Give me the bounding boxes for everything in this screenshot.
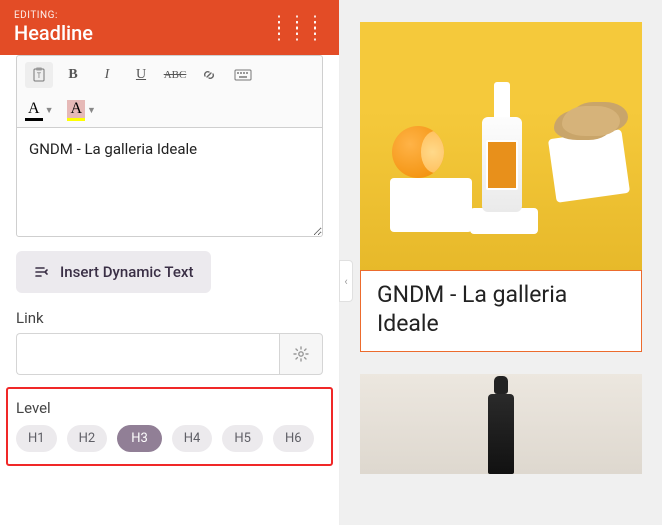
chevron-down-icon: ▼ xyxy=(45,105,54,116)
level-h1-button[interactable]: H1 xyxy=(16,425,57,452)
italic-button[interactable]: I xyxy=(93,62,121,88)
strikethrough-button[interactable]: ABC xyxy=(161,62,189,88)
level-h6-button[interactable]: H6 xyxy=(273,425,314,452)
preview-headline-selected[interactable]: GNDM - La galleria Ideale xyxy=(360,270,642,352)
text-color-button[interactable]: A ▼ xyxy=(25,100,53,121)
level-h5-button[interactable]: H5 xyxy=(222,425,263,452)
link-icon[interactable] xyxy=(195,62,223,88)
preview-panel: ‹ GNDM - La galleria Ideale xyxy=(340,0,662,525)
insert-dynamic-text-label: Insert Dynamic Text xyxy=(60,263,193,281)
preview-headline-text: GNDM - La galleria Ideale xyxy=(361,271,641,351)
svg-text:T: T xyxy=(37,72,42,80)
collapse-panel-button[interactable]: ‹ xyxy=(339,260,353,302)
panel-title: Headline xyxy=(14,21,93,45)
preview-image xyxy=(360,22,642,270)
bold-button[interactable]: B xyxy=(59,62,87,88)
rich-text-toolbar: T B I U ABC A ▼ A ▼ xyxy=(16,55,323,127)
keyboard-icon[interactable] xyxy=(229,62,257,88)
drag-handle-icon[interactable]: ⋮⋮⋮⋮⋮⋮⋮⋮⋮ xyxy=(271,19,325,37)
chevron-left-icon: ‹ xyxy=(344,275,347,288)
level-h2-button[interactable]: H2 xyxy=(67,425,108,452)
insert-dynamic-text-button[interactable]: Insert Dynamic Text xyxy=(16,251,211,293)
chevron-down-icon: ▼ xyxy=(87,105,96,116)
preview-card[interactable]: GNDM - La galleria Ideale xyxy=(360,22,642,352)
link-label: Link xyxy=(16,309,323,327)
editing-label: EDITING: xyxy=(14,10,93,21)
underline-button[interactable]: U xyxy=(127,62,155,88)
link-input[interactable] xyxy=(16,333,279,375)
paste-from-word-icon[interactable]: T xyxy=(25,62,53,88)
level-label: Level xyxy=(16,399,323,417)
headline-editor[interactable]: GNDM - La galleria Ideale xyxy=(16,127,323,237)
level-h3-button[interactable]: H3 xyxy=(117,425,162,452)
link-settings-button[interactable] xyxy=(279,333,323,375)
editor-panel: EDITING: Headline ⋮⋮⋮⋮⋮⋮⋮⋮⋮ T B I U ABC … xyxy=(0,0,340,525)
level-section: Level H1 H2 H3 H4 H5 H6 xyxy=(6,387,333,466)
level-buttons: H1 H2 H3 H4 H5 H6 xyxy=(16,425,323,452)
preview-card-2[interactable] xyxy=(360,374,642,474)
bg-color-button[interactable]: A ▼ xyxy=(67,100,95,121)
dynamic-text-icon xyxy=(34,265,50,279)
level-h4-button[interactable]: H4 xyxy=(172,425,213,452)
panel-header: EDITING: Headline ⋮⋮⋮⋮⋮⋮⋮⋮⋮ xyxy=(0,0,339,55)
preview-image-2 xyxy=(360,374,642,474)
gear-icon xyxy=(292,345,310,363)
